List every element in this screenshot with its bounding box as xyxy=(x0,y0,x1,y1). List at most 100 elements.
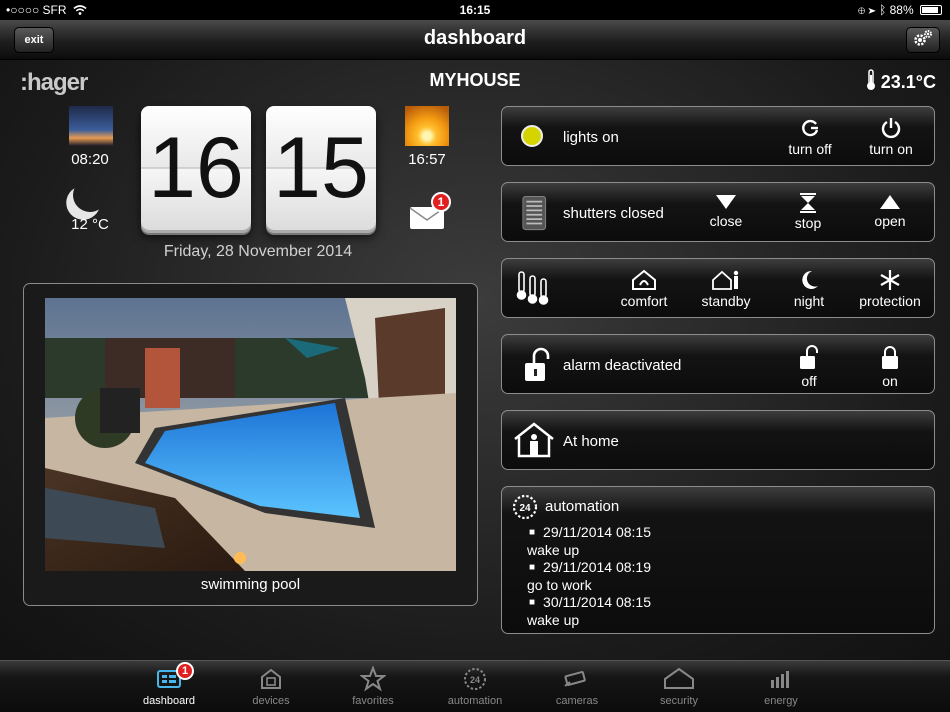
alarm-off-label: off xyxy=(801,373,817,389)
clock-time: 16:15 xyxy=(459,3,491,17)
tab-devices-label: devices xyxy=(252,695,290,707)
shutters-close-label: close xyxy=(709,213,743,229)
svg-text:24: 24 xyxy=(470,675,480,685)
automation-icon: 24 xyxy=(464,668,486,690)
tab-cameras[interactable]: cameras xyxy=(526,666,628,707)
automation-title: automation xyxy=(545,498,620,515)
bottom-tab-bar: dashboard devices favorites 24 automatio… xyxy=(0,660,950,712)
mode-comfort-button[interactable]: comfort xyxy=(604,269,684,309)
mode-protection-label: protection xyxy=(859,293,921,309)
mail-badge: 1 xyxy=(431,192,451,212)
refresh-off-icon xyxy=(802,119,819,137)
svg-text:24: 24 xyxy=(519,503,531,514)
tab-favorites[interactable]: favorites xyxy=(322,666,424,707)
tab-favorites-label: favorites xyxy=(352,695,394,707)
camera-label: swimming pool xyxy=(200,576,301,593)
moon-icon xyxy=(802,270,818,289)
dashboard-main: :hager MYHOUSE 23.1°C 08:20 12 °C 16 15 … xyxy=(0,60,950,660)
alarm-off-button[interactable]: off xyxy=(769,345,849,389)
presence-card[interactable]: At home xyxy=(501,410,935,470)
lights-on-button[interactable]: turn on xyxy=(851,117,931,157)
tab-security-label: security xyxy=(660,695,698,707)
status-right: ⊕ ➤ ᛒ 88% xyxy=(858,3,942,17)
arrow-up-icon xyxy=(880,195,900,209)
snowflake-icon xyxy=(880,270,900,290)
alarm-on-label: on xyxy=(882,373,898,389)
night-temperature: 12 °C xyxy=(71,216,109,233)
stop-hourglass-icon xyxy=(800,193,816,213)
devices-icon xyxy=(261,668,281,689)
mode-night-label: night xyxy=(793,293,825,309)
house-person-icon xyxy=(514,422,554,458)
shutters-open-button[interactable]: open xyxy=(850,193,930,229)
star-icon xyxy=(360,666,386,692)
tab-devices[interactable]: devices xyxy=(220,666,322,707)
house-name: MYHOUSE xyxy=(429,70,521,90)
clock-minutes: 15 xyxy=(266,106,376,230)
shutters-close-button[interactable]: close xyxy=(686,193,766,229)
sunset-image xyxy=(405,106,449,146)
mode-standby-button[interactable]: standby xyxy=(686,269,766,309)
power-icon xyxy=(881,118,901,139)
moon-icon xyxy=(68,173,112,217)
alarm-status: alarm deactivated xyxy=(563,357,682,374)
lights-status: lights on xyxy=(563,129,619,146)
clock-hours: 16 xyxy=(141,106,251,230)
shutters-stop-button[interactable]: stop xyxy=(768,193,848,231)
sunrise-time: 08:20 xyxy=(71,151,109,168)
automation-entry-name: wake up xyxy=(527,611,580,628)
battery-icon xyxy=(920,5,942,15)
padlock-closed-icon xyxy=(882,346,898,369)
thermostats-icon xyxy=(516,271,549,305)
tab-automation-label: automation xyxy=(447,695,503,707)
mode-night-button[interactable]: night xyxy=(769,269,849,309)
tab-dashboard[interactable]: dashboard xyxy=(118,666,220,707)
current-date: Friday, 28 November 2014 xyxy=(163,243,353,260)
tab-security[interactable]: security xyxy=(628,666,730,707)
automation-24-icon: 24 xyxy=(512,494,538,520)
mode-comfort-label: comfort xyxy=(620,293,668,309)
bluetooth-icon: ᛒ xyxy=(879,3,887,17)
lights-off-button[interactable]: turn off xyxy=(770,117,850,157)
outside-temperature: 23.1°C xyxy=(865,69,936,93)
gear-icon xyxy=(914,30,932,46)
tab-automation[interactable]: 24 automation xyxy=(424,666,526,707)
tab-dashboard-label: dashboard xyxy=(143,695,195,707)
tab-energy-label: energy xyxy=(764,695,798,707)
mode-protection-button[interactable]: protection xyxy=(850,269,930,309)
battery-percentage: 88% xyxy=(889,3,914,17)
comfort-house-icon xyxy=(632,269,656,290)
automation-card[interactable]: 24 automation 29/11/2014 08:15 wake up 2… xyxy=(501,486,935,634)
energy-bars-icon xyxy=(771,671,789,688)
shutters-open-label: open xyxy=(874,213,906,229)
outside-temperature-value: 23.1°C xyxy=(880,72,936,92)
automation-entry-name: wake up xyxy=(527,541,580,558)
camera-snapshot[interactable] xyxy=(45,298,456,571)
lights-on-label: turn on xyxy=(869,141,913,157)
automation-entry-name: go to work xyxy=(527,576,592,593)
lights-off-label: turn off xyxy=(788,141,832,157)
title-bar: exit dashboard xyxy=(0,20,950,60)
shutter-icon xyxy=(522,195,547,231)
automation-entry-datetime: 29/11/2014 08:15 xyxy=(527,524,651,542)
heating-card: comfort standby night protection xyxy=(501,258,935,318)
padlock-open-icon xyxy=(525,347,550,381)
page-title: dashboard xyxy=(423,27,527,49)
pool-camera-image xyxy=(45,298,456,571)
padlock-open-icon xyxy=(800,345,818,369)
alarm-card: alarm deactivated off on xyxy=(501,334,935,394)
sunset-time: 16:57 xyxy=(408,151,446,168)
automation-list: 29/11/2014 08:15 wake up 29/11/2014 08:1… xyxy=(527,524,651,629)
camera-panel[interactable]: swimming pool xyxy=(23,283,478,606)
automation-entry-datetime: 30/11/2014 08:15 xyxy=(527,594,651,612)
house-icon xyxy=(664,667,694,689)
alarm-on-button[interactable]: on xyxy=(850,345,930,389)
settings-button[interactable] xyxy=(906,27,940,53)
shutters-card: shutters closed close stop open xyxy=(501,182,935,242)
shutters-status: shutters closed xyxy=(563,205,664,222)
light-indicator-icon xyxy=(521,125,543,147)
sunrise-image xyxy=(69,106,113,146)
mode-standby-label: standby xyxy=(701,293,751,309)
status-bar: •○○○○ SFR 16:15 ⊕ ➤ ᛒ 88% xyxy=(0,0,950,20)
tab-energy[interactable]: energy xyxy=(730,666,832,707)
